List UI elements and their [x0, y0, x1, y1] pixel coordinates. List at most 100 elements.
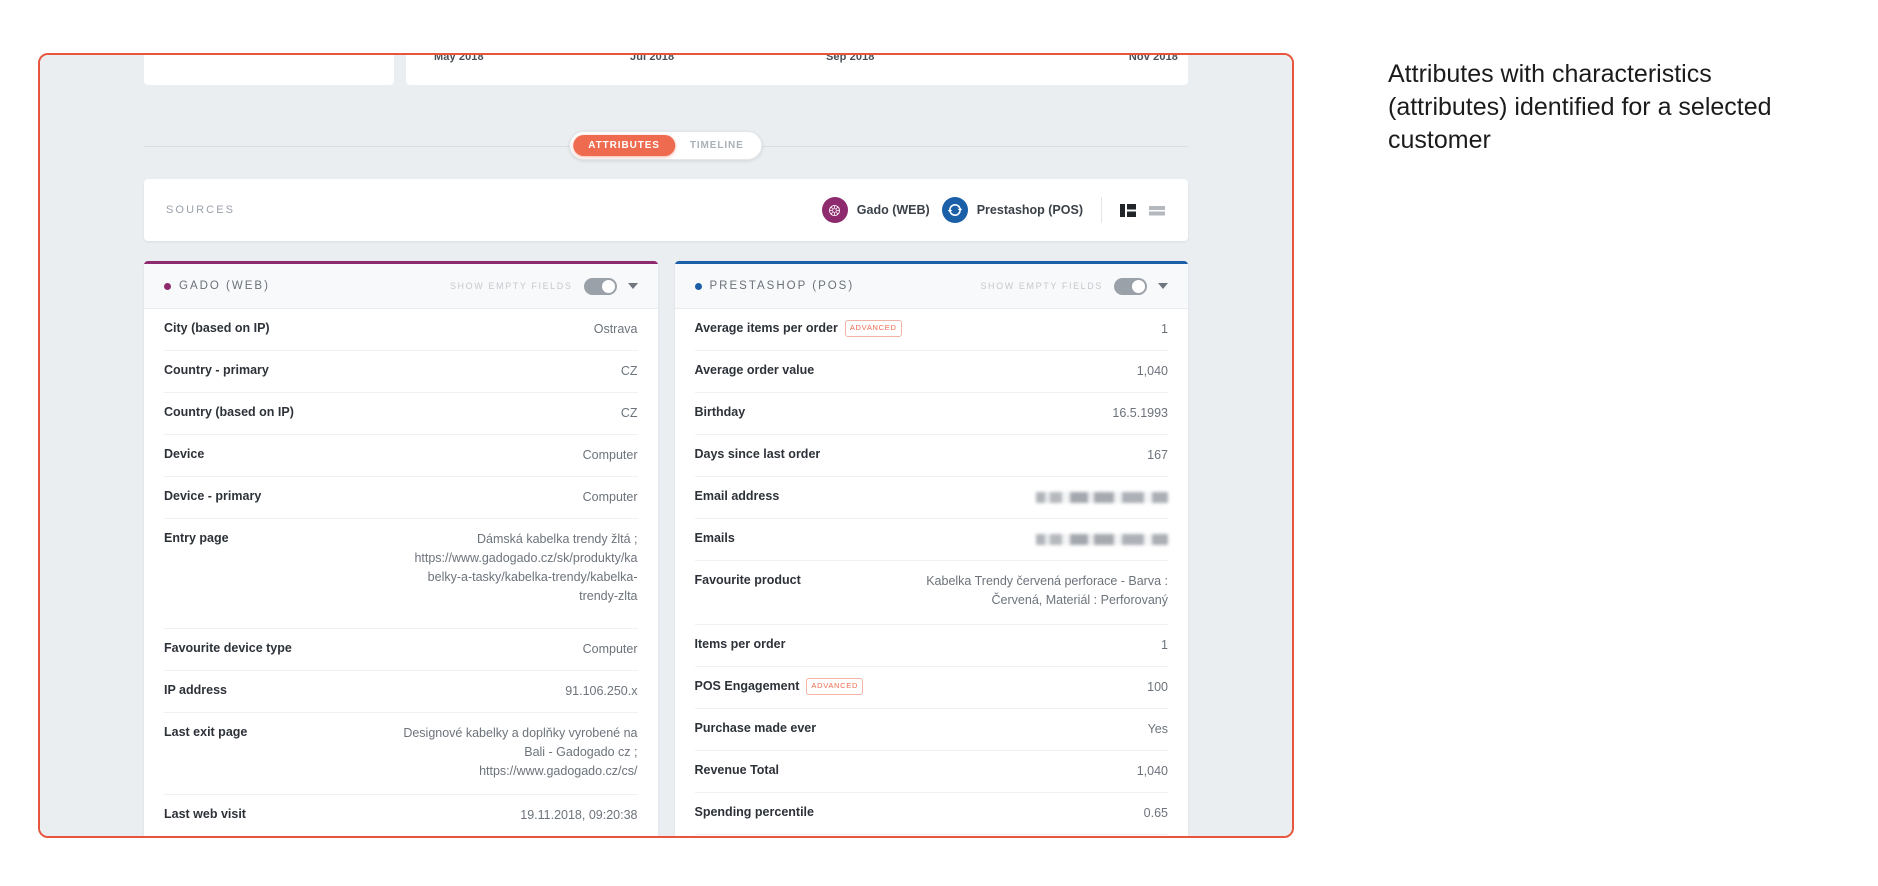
attribute-value: Dámská kabelka trendy žltá ; https://www…	[414, 532, 638, 603]
attribute-key-text: Average items per order	[694, 321, 838, 335]
table-row[interactable]: Revenue Total 1,040	[694, 751, 1168, 793]
attribute-value	[753, 530, 1168, 549]
view-tab-row: ATTRIBUTES TIMELINE	[144, 131, 1188, 161]
show-empty-fields-toggle-prestashop[interactable]	[1114, 277, 1147, 295]
attribute-value: 1,040	[1136, 364, 1168, 378]
table-row[interactable]: Entry page Dámská kabelka trendy žltá ; …	[164, 519, 638, 629]
attribute-key: City (based on IP)	[164, 321, 270, 335]
attribute-key: Entry page	[164, 531, 229, 545]
attribute-key: Country (based on IP)	[164, 405, 294, 419]
chart-left-card	[144, 55, 394, 85]
tab-timeline[interactable]: TIMELINE	[675, 135, 759, 156]
panel-dot-gado	[164, 282, 171, 290]
attribute-value: Yes	[1147, 722, 1168, 736]
attribute-value: 1	[1161, 638, 1168, 652]
chevron-down-icon-gado[interactable]	[627, 283, 638, 289]
toggle-knob	[601, 279, 615, 293]
redacted-emails-value	[1036, 534, 1168, 546]
table-row[interactable]: Average order value 1,040	[694, 351, 1168, 393]
attribute-value: CZ	[620, 364, 638, 378]
attribute-value: 0.65	[1143, 806, 1168, 820]
panel-title-prestashop: PRESTASHOP (POS)	[709, 280, 855, 292]
axis-tick-jul-2018: Jul 2018	[630, 53, 675, 63]
chart-axis-card: May 2018 Jul 2018 Sep 2018 Nov 2018	[406, 53, 1188, 85]
list-view-icon[interactable]	[1149, 203, 1166, 218]
attribute-value	[797, 488, 1168, 507]
axis-tick-nov-2018: Nov 2018	[1128, 53, 1178, 63]
attribute-value: CZ	[620, 406, 638, 420]
attribute-key: Device - primary	[164, 489, 262, 503]
table-row[interactable]: Items per order 1	[694, 625, 1168, 667]
table-row[interactable]: Last exit page Designové kabelky a doplň…	[164, 713, 638, 795]
panel-prestashop-pos: PRESTASHOP (POS) SHOW EMPTY FIELDS Avera…	[674, 261, 1188, 836]
attribute-list-gado: City (based on IP) Ostrava Country - pri…	[144, 309, 658, 836]
panel-title-gado: GADO (WEB)	[179, 280, 270, 292]
attribute-value: 91.106.250.x	[565, 684, 638, 698]
table-row[interactable]: Email address	[694, 477, 1168, 519]
attribute-value: 167	[1147, 448, 1168, 462]
source-panels: GADO (WEB) SHOW EMPTY FIELDS City (based…	[144, 261, 1188, 836]
attribute-key: Country - primary	[164, 363, 269, 377]
attributes-timeline-switch[interactable]: ATTRIBUTES TIMELINE	[569, 131, 763, 160]
panel-gado-web: GADO (WEB) SHOW EMPTY FIELDS City (based…	[144, 261, 658, 836]
table-row[interactable]: Device - primary Computer	[164, 477, 638, 519]
gado-logo-icon	[821, 197, 848, 223]
attribute-key: Emails	[694, 531, 735, 545]
panel-header-gado: GADO (WEB) SHOW EMPTY FIELDS	[144, 264, 658, 309]
attribute-key: Last exit page	[164, 725, 248, 739]
screenshot-capture-frame: May 2018 Jul 2018 Sep 2018 Nov 2018 ATTR…	[38, 53, 1294, 838]
attribute-value: Designové kabelky a doplňky vyrobené na …	[403, 726, 638, 778]
sources-bar: SOURCES Gado (WEB) Prestashop (POS)	[144, 179, 1188, 241]
attribute-key: POS Engagement ADVANCED	[695, 678, 864, 695]
attribute-key: Items per order	[694, 637, 786, 651]
table-row[interactable]: Total number of transactions 1	[695, 835, 1169, 836]
table-row[interactable]: Emails	[694, 519, 1168, 561]
table-row[interactable]: Device Computer	[164, 435, 638, 477]
chevron-down-icon-prestashop[interactable]	[1158, 283, 1168, 289]
attribute-value: Ostrava	[593, 322, 638, 336]
sources-divider	[1101, 197, 1102, 223]
attribute-key: Spending percentile	[694, 805, 814, 819]
attribute-value: 19.11.2018, 09:20:38	[520, 808, 638, 822]
axis-tick-sep-2018: Sep 2018	[826, 53, 875, 63]
table-row[interactable]: Favourite device type Computer	[164, 629, 638, 671]
table-row[interactable]: Spending percentile 0.65	[694, 793, 1168, 835]
attribute-value: Computer	[582, 642, 638, 656]
sources-controls: Gado (WEB) Prestashop (POS)	[821, 197, 1166, 223]
table-row[interactable]: Favourite product Kabelka Trendy červená…	[694, 561, 1168, 625]
table-row[interactable]: Purchase made ever Yes	[694, 709, 1168, 751]
attribute-key: Average order value	[694, 363, 815, 377]
table-row[interactable]: IP address 91.106.250.x	[164, 671, 638, 713]
attribute-value: Kabelka Trendy červená perforace - Barva…	[926, 574, 1168, 607]
panel-dot-prestashop	[694, 282, 702, 290]
attribute-key: Favourite device type	[164, 641, 292, 655]
table-row[interactable]: POS Engagement ADVANCED 100	[694, 667, 1168, 709]
attribute-key: Device	[164, 447, 205, 461]
attribute-key: Last web visit	[164, 807, 246, 821]
table-row[interactable]: Country (based on IP) CZ	[164, 393, 638, 435]
source-name-gado: Gado (WEB)	[856, 203, 930, 217]
attribute-key: Revenue Total	[694, 763, 780, 777]
table-row[interactable]: Birthday 16.5.1993	[694, 393, 1168, 435]
prestashop-logo-icon	[941, 197, 968, 223]
attribute-value: Computer	[582, 448, 638, 462]
status-badge: ADVANCED	[806, 678, 864, 695]
show-empty-fields-label-prestashop: SHOW EMPTY FIELDS	[980, 281, 1103, 291]
source-chip-gado[interactable]: Gado (WEB)	[821, 197, 930, 223]
tab-attributes[interactable]: ATTRIBUTES	[573, 135, 675, 156]
table-row[interactable]: Days since last order 167	[694, 435, 1168, 477]
columns-view-icon[interactable]	[1120, 203, 1137, 218]
panel-header-prestashop: PRESTASHOP (POS) SHOW EMPTY FIELDS	[674, 264, 1188, 309]
show-empty-fields-toggle-gado[interactable]	[583, 277, 617, 295]
source-chip-prestashop[interactable]: Prestashop (POS)	[941, 197, 1083, 223]
table-row[interactable]: Average items per order ADVANCED 1	[694, 309, 1168, 351]
panel-controls-gado: SHOW EMPTY FIELDS	[450, 277, 638, 295]
customer-profile-scroll-area[interactable]: May 2018 Jul 2018 Sep 2018 Nov 2018 ATTR…	[40, 55, 1292, 836]
redacted-email-value	[1036, 492, 1168, 504]
table-row[interactable]: Last web visit 19.11.2018, 09:20:38	[164, 795, 638, 836]
table-row[interactable]: City (based on IP) Ostrava	[164, 309, 638, 351]
timeline-chart-strip: May 2018 Jul 2018 Sep 2018 Nov 2018	[40, 55, 1292, 87]
sources-label: SOURCES	[166, 204, 236, 216]
table-row[interactable]: Country - primary CZ	[164, 351, 638, 393]
attribute-key: Purchase made ever	[694, 721, 817, 735]
